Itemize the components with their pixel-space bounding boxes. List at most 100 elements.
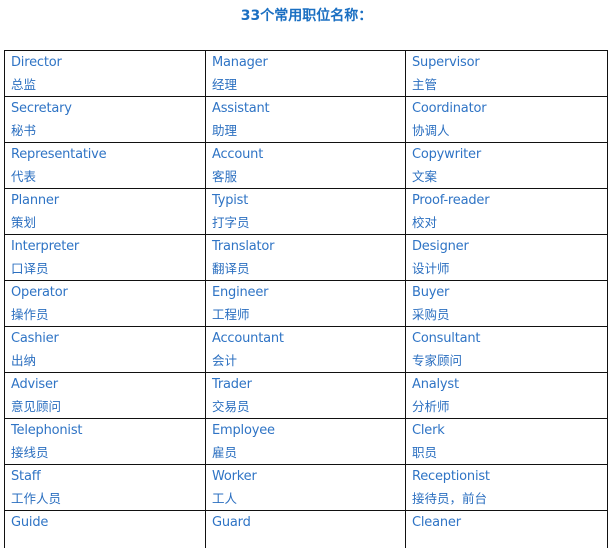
job-title-chinese: 秘书 (11, 123, 37, 138)
job-titles-table: Director 总监 Manager 经理 Supervisor 主管 Secretary… (4, 50, 608, 548)
job-title-chinese: 出纳 (11, 353, 37, 368)
job-title-english: Proof-reader (412, 193, 490, 208)
job-title-chinese: 文案 (412, 169, 438, 184)
table-cell: Buyer 采购员 (405, 280, 608, 327)
table-row: Interpreter 口译员 Translator 翻译员 Designer 设计师 (4, 234, 608, 281)
job-title-chinese: 接待员，前台 (412, 491, 488, 506)
table-cell: Accountant 会计 (205, 326, 406, 373)
table-cell: Interpreter 口译员 (4, 234, 206, 281)
job-title-chinese: 设计师 (412, 261, 450, 276)
table-cell: Telephonist 接线员 (4, 418, 206, 465)
job-title-english: Typist (212, 193, 249, 208)
table-cell: Manager 经理 (205, 50, 406, 97)
job-title-english: Cleaner (412, 515, 461, 530)
job-title-english: Representative (11, 147, 107, 162)
table-cell: Adviser 意见顾问 (4, 372, 206, 419)
job-title-chinese: 接线员 (11, 445, 49, 460)
job-title-english: Copywriter (412, 147, 482, 162)
job-title-chinese: 职员 (412, 445, 438, 460)
table-cell: Proof-reader 校对 (405, 188, 608, 235)
table-cell: Secretary 秘书 (4, 96, 206, 143)
table-cell: Coordinator 协调人 (405, 96, 608, 143)
job-title-english: Employee (212, 423, 275, 438)
job-title-english: Secretary (11, 101, 72, 116)
table-cell: Designer 设计师 (405, 234, 608, 281)
job-title-chinese: 翻译员 (212, 261, 250, 276)
job-title-english: Consultant (412, 331, 481, 346)
job-title-english: Designer (412, 239, 469, 254)
job-title-english: Operator (11, 285, 68, 300)
page-title: 33个常用职位名称： (240, 8, 373, 24)
table-cell: Typist 打字员 (205, 188, 406, 235)
job-title-chinese: 交易员 (212, 399, 250, 414)
job-title-chinese: 总监 (11, 77, 37, 92)
job-title-chinese: 助理 (212, 123, 238, 138)
job-title-chinese: 客服 (212, 169, 238, 184)
table-cell: Cashier 出纳 (4, 326, 206, 373)
job-title-english: Buyer (412, 285, 450, 300)
job-title-chinese: 采购员 (412, 307, 450, 322)
table-cell: Director 总监 (4, 50, 206, 97)
job-title-english: Staff (11, 469, 41, 484)
job-titles-table-body: Director 总监 Manager 经理 Supervisor 主管 Secretary… (4, 50, 608, 548)
job-title-chinese: 主管 (412, 77, 438, 92)
job-title-chinese: 雇员 (212, 445, 238, 460)
job-title-chinese: 协调人 (412, 123, 450, 138)
table-cell: Supervisor 主管 (405, 50, 608, 97)
table-cell: Engineer 工程师 (205, 280, 406, 327)
job-title-chinese: 会计 (212, 353, 238, 368)
table-cell: Employee 雇员 (205, 418, 406, 465)
job-title-english: Supervisor (412, 55, 480, 70)
table-cell: Consultant 专家顾问 (405, 326, 608, 373)
table-cell: Operator 操作员 (4, 280, 206, 327)
table-row: Cashier 出纳 Accountant 会计 Consultant 专家顾问 (4, 326, 608, 373)
job-title-english: Guide (11, 515, 49, 530)
job-title-chinese: 专家顾问 (412, 353, 463, 368)
job-title-english: Worker (212, 469, 257, 484)
table-row: Staff 工作人员 Worker 工人 Receptionist 接待员，前台 (4, 464, 608, 511)
job-title-english: Assistant (212, 101, 270, 116)
job-title-chinese: 策划 (11, 215, 37, 230)
job-title-english: Account (212, 147, 264, 162)
table-row: Adviser 意见顾问 Trader 交易员 Analyst 分析师 (4, 372, 608, 419)
table-cell: Worker 工人 (205, 464, 406, 511)
job-title-english: Trader (212, 377, 252, 392)
table-cell: Guard (205, 510, 406, 548)
table-cell: Trader 交易员 (205, 372, 406, 419)
table-row: Telephonist 接线员 Employee 雇员 Clerk 职员 (4, 418, 608, 465)
table-cell: Translator 翻译员 (205, 234, 406, 281)
table-cell: Representative 代表 (4, 142, 206, 189)
job-title-chinese: 工作人员 (11, 491, 62, 506)
job-title-chinese: 经理 (212, 77, 238, 92)
table-cell: Account 客服 (205, 142, 406, 189)
job-title-english: Cashier (11, 331, 59, 346)
table-row: Secretary 秘书 Assistant 助理 Coordinator 协调人 (4, 96, 608, 143)
job-title-english: Translator (212, 239, 275, 254)
job-title-english: Analyst (412, 377, 459, 392)
table-row: Representative 代表 Account 客服 Copywriter 文案 (4, 142, 608, 189)
table-cell: Clerk 职员 (405, 418, 608, 465)
job-title-english: Planner (11, 193, 59, 208)
table-row: Operator 操作员 Engineer 工程师 Buyer 采购员 (4, 280, 608, 327)
job-title-english: Manager (212, 55, 268, 70)
job-title-chinese: 操作员 (11, 307, 49, 322)
job-title-english: Coordinator (412, 101, 487, 116)
table-cell: Copywriter 文案 (405, 142, 608, 189)
table-cell: Receptionist 接待员，前台 (405, 464, 608, 511)
job-title-chinese: 代表 (11, 169, 37, 184)
job-title-chinese: 工人 (212, 491, 238, 506)
job-titles-table-container: Director 总监 Manager 经理 Supervisor 主管 Secretary… (4, 50, 608, 548)
table-cell: Assistant 助理 (205, 96, 406, 143)
job-title-chinese: 口译员 (11, 261, 49, 276)
table-row: Planner 策划 Typist 打字员 Proof-reader 校对 (4, 188, 608, 235)
job-title-english: Clerk (412, 423, 445, 438)
table-row: Guide Guard Cleaner (4, 510, 608, 548)
job-title-english: Telephonist (11, 423, 83, 438)
job-title-chinese: 校对 (412, 215, 438, 230)
job-title-english: Receptionist (412, 469, 490, 484)
job-title-english: Director (11, 55, 62, 70)
table-row: Director 总监 Manager 经理 Supervisor 主管 (4, 50, 608, 97)
table-cell: Cleaner (405, 510, 608, 548)
job-title-chinese: 意见顾问 (11, 399, 62, 414)
table-cell: Planner 策划 (4, 188, 206, 235)
